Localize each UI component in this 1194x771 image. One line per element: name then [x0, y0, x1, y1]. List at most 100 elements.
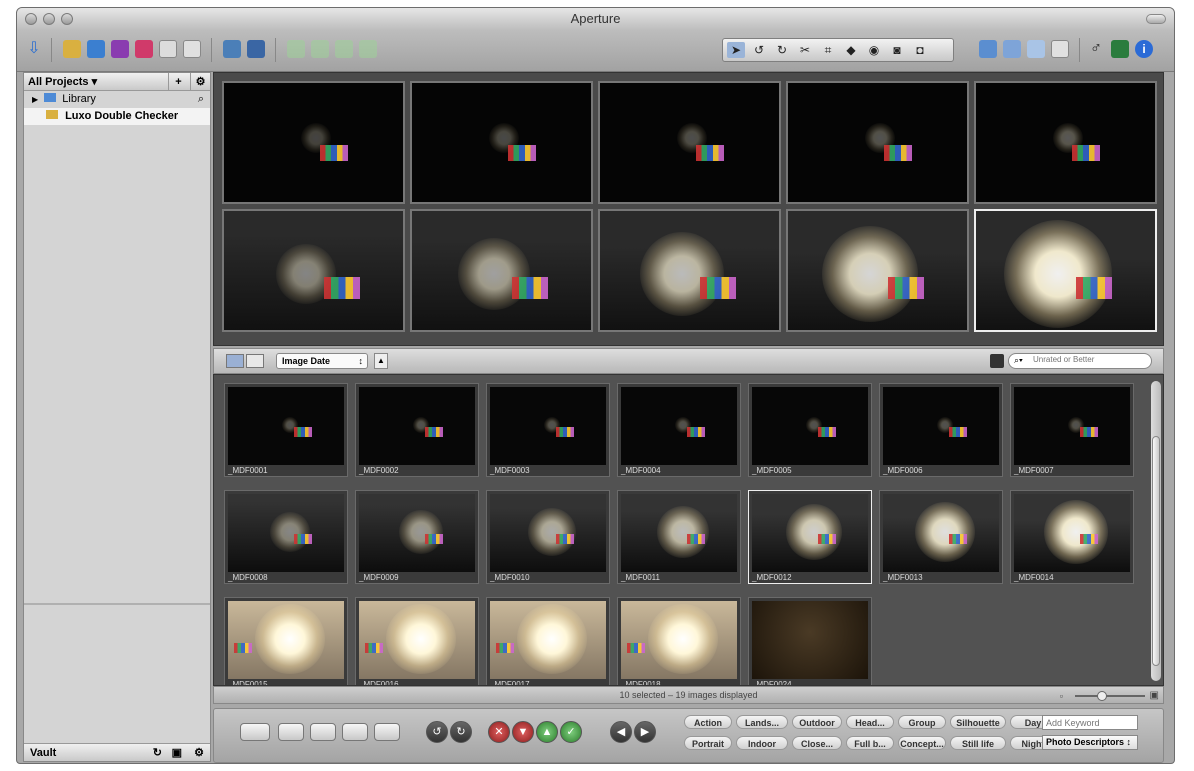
keyword-button[interactable]: Action: [684, 715, 732, 729]
keyword-button[interactable]: Indoor: [736, 736, 788, 750]
keyword-preset-select[interactable]: Photo Descriptors ↕: [1042, 735, 1138, 750]
search-icon[interactable]: ⌕: [198, 91, 204, 108]
compare-mode-icon[interactable]: [342, 723, 368, 741]
viewer-image[interactable]: [410, 81, 593, 204]
straighten-tool-icon[interactable]: ↻: [773, 42, 791, 58]
keyword-button[interactable]: Group: [898, 715, 946, 729]
thumbnail[interactable]: _MDF0001: [224, 383, 348, 477]
filter-hud-icon[interactable]: [990, 354, 1004, 368]
thumbnail[interactable]: _MDF0012: [748, 490, 872, 584]
rotate-left-icon[interactable]: [311, 40, 329, 58]
next-icon[interactable]: ▶: [634, 721, 656, 743]
multi-mode-icon[interactable]: [374, 723, 400, 741]
thumbnail[interactable]: _MDF0002: [355, 383, 479, 477]
close-window-button[interactable]: [25, 13, 37, 25]
zoom-window-button[interactable]: [61, 13, 73, 25]
viewer-image[interactable]: [598, 209, 781, 332]
stack-mode-icon[interactable]: [310, 723, 336, 741]
keyword-button[interactable]: Still life: [950, 736, 1006, 750]
thumbnail[interactable]: _MDF0003: [486, 383, 610, 477]
thumbnail[interactable]: _MDF0011: [617, 490, 741, 584]
new-smart-album-icon[interactable]: [135, 40, 153, 58]
thumbnail[interactable]: _MDF0007: [1010, 383, 1134, 477]
thumbnail[interactable]: _MDF0008: [224, 490, 348, 584]
thumbnail[interactable]: _MDF0013: [879, 490, 1003, 584]
search-input[interactable]: [1033, 355, 1143, 364]
thumbnail[interactable]: _MDF0014: [1010, 490, 1134, 584]
keyword-button[interactable]: Outdoor: [792, 715, 842, 729]
thumbnail[interactable]: _MDF0004: [617, 383, 741, 477]
keyword-button[interactable]: Lands...: [736, 715, 788, 729]
unstack-icon[interactable]: [247, 40, 265, 58]
decrease-rating-icon[interactable]: ▼: [512, 721, 534, 743]
sidebar-item-project[interactable]: Luxo Double Checker: [24, 108, 210, 125]
layout-browser-icon[interactable]: [979, 40, 997, 58]
add-keyword-input[interactable]: [1042, 715, 1138, 730]
sort-select[interactable]: Image Date ↕: [276, 353, 368, 369]
keyword-button[interactable]: Silhouette: [950, 715, 1006, 729]
scrollbar-thumb[interactable]: [1152, 436, 1160, 666]
scrollbar[interactable]: [1151, 381, 1161, 681]
spot-tool-icon[interactable]: ◙: [888, 42, 906, 58]
add-icon[interactable]: +: [168, 73, 188, 91]
sidebar-item-library[interactable]: ▶ Library ⌕: [24, 91, 210, 108]
full-screen-icon[interactable]: [1051, 40, 1069, 58]
splitter[interactable]: [24, 603, 210, 605]
new-light-table-icon[interactable]: [159, 40, 177, 58]
thumbnail[interactable]: _MDF0017: [486, 597, 610, 685]
select-icon[interactable]: ✓: [560, 721, 582, 743]
loupe-icon[interactable]: ♂: [1087, 40, 1105, 58]
sidebar-header[interactable]: All Projects ▾ + ⚙: [24, 73, 210, 91]
reject-icon[interactable]: ✕: [488, 721, 510, 743]
select-tool-icon[interactable]: ➤: [727, 42, 745, 58]
thumbnail[interactable]: _MDF0009: [355, 490, 479, 584]
keyword-button[interactable]: Full b...: [846, 736, 894, 750]
lift-stamp-tool-icon[interactable]: ✂: [796, 42, 814, 58]
rotate-tool-icon[interactable]: ↺: [750, 42, 768, 58]
stack-icon[interactable]: [223, 40, 241, 58]
thumbnail[interactable]: _MDF0010: [486, 490, 610, 584]
adjustments-icon[interactable]: [1111, 40, 1129, 58]
keyword-button[interactable]: Concept...: [898, 736, 946, 750]
disclosure-triangle-icon[interactable]: ▶: [32, 95, 38, 104]
thumbnail[interactable]: _MDF0005: [748, 383, 872, 477]
list-view-icon[interactable]: [246, 354, 264, 368]
viewer-image[interactable]: [786, 81, 969, 204]
import-icon[interactable]: ⇩: [25, 40, 43, 58]
slider-knob[interactable]: [1097, 691, 1107, 701]
red-eye-tool-icon[interactable]: ◉: [865, 42, 883, 58]
toolbar-toggle-button[interactable]: [1146, 14, 1166, 24]
keyword-button[interactable]: Close...: [792, 736, 842, 750]
viewer-image[interactable]: [222, 209, 405, 332]
primary-only-icon[interactable]: [278, 723, 304, 741]
viewer-image[interactable]: [222, 81, 405, 204]
thumbnail-size-slider[interactable]: [1075, 691, 1145, 701]
viewer-image[interactable]: [410, 209, 593, 332]
viewer-image[interactable]: [786, 209, 969, 332]
keyword-button[interactable]: Portrait: [684, 736, 732, 750]
new-book-icon[interactable]: [183, 40, 201, 58]
stamp-tool-icon[interactable]: ◘: [911, 42, 929, 58]
new-album-icon[interactable]: [111, 40, 129, 58]
search-field[interactable]: ⌕▾: [1008, 353, 1152, 369]
vault-gear-icon[interactable]: ⚙: [194, 744, 204, 762]
previous-icon[interactable]: ◀: [610, 721, 632, 743]
all-projects-menu[interactable]: All Projects ▾: [28, 76, 97, 88]
thumbnail[interactable]: _MDF0006: [879, 383, 1003, 477]
show-on-screen-icon[interactable]: [240, 723, 270, 741]
vault-icon[interactable]: ▣: [172, 744, 182, 762]
pick-icon[interactable]: [287, 40, 305, 58]
thumbnail[interactable]: _MDF0016: [355, 597, 479, 685]
minimize-window-button[interactable]: [43, 13, 55, 25]
viewer-image[interactable]: [974, 209, 1157, 332]
viewer-image[interactable]: [598, 81, 781, 204]
increase-rating-icon[interactable]: ▲: [536, 721, 558, 743]
new-project-icon[interactable]: [63, 40, 81, 58]
approve-icon[interactable]: [359, 40, 377, 58]
keyword-button[interactable]: Head...: [846, 715, 894, 729]
thumbnail[interactable]: _MDF0024: [748, 597, 872, 685]
gear-icon[interactable]: ⚙: [190, 73, 210, 91]
info-icon[interactable]: i: [1135, 40, 1153, 58]
rotate-right-icon[interactable]: [335, 40, 353, 58]
layout-filmstrip-icon[interactable]: [1003, 40, 1021, 58]
